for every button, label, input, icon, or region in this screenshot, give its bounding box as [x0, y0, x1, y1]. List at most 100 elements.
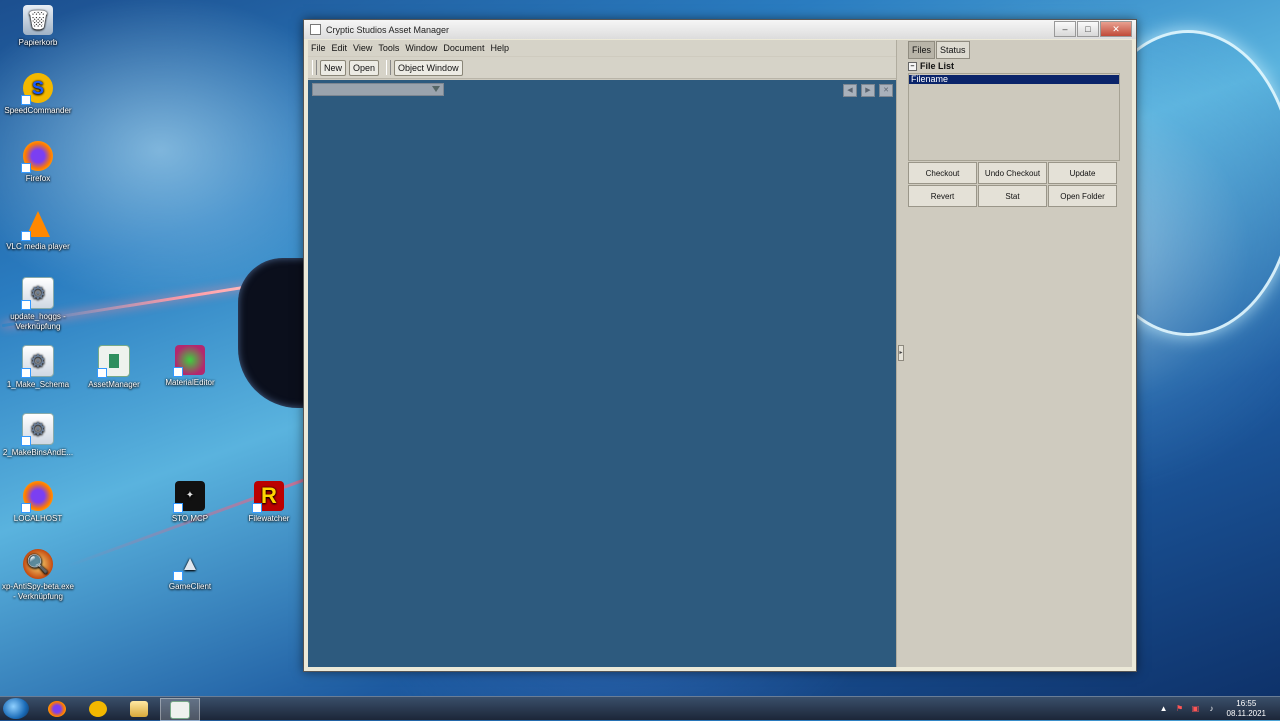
- gameclient-icon: ▲: [173, 549, 205, 581]
- file-list-heading: – File List: [908, 61, 954, 71]
- menu-help[interactable]: Help: [487, 43, 512, 53]
- filewatcher-icon: R: [252, 481, 284, 513]
- desktop-icon-label: AssetManager: [88, 380, 140, 389]
- desktop-icon-filewatcher[interactable]: R Filewatcher: [231, 481, 307, 524]
- file-list[interactable]: Filename: [908, 73, 1120, 161]
- desktop-icon-assetmanager[interactable]: AssetManager: [76, 345, 152, 390]
- firefox-icon: [21, 141, 53, 173]
- app-icon: [310, 24, 321, 35]
- menu-edit[interactable]: Edit: [329, 43, 351, 53]
- desktop-icon-makebins[interactable]: ⚙ 2_MakeBinsAndE...: [0, 413, 76, 458]
- desktop-icon-label: GameClient: [168, 582, 212, 591]
- desktop-icon-label: SpeedCommander: [4, 106, 72, 115]
- files-panel: Files Status – File List Filename Checko…: [904, 40, 1132, 667]
- toolbar: New Open Object Window: [308, 57, 896, 79]
- minimize-button[interactable]: –: [1054, 21, 1076, 37]
- collapse-icon[interactable]: –: [908, 61, 917, 71]
- desktop-icon-label: MaterialEditor: [165, 378, 215, 387]
- file-list-column-header[interactable]: Filename: [909, 75, 1119, 84]
- gear-icon: ⚙: [21, 413, 54, 446]
- asset-manager-window: Cryptic Studios Asset Manager – □ ✕ File…: [303, 19, 1137, 672]
- desktop-icon-speedcommander[interactable]: S SpeedCommander: [0, 73, 76, 116]
- desktop-icon-update-hoggs[interactable]: ⚙ update_hoggs - Verknüpfung: [0, 277, 76, 332]
- desktop-icon-recycle-bin[interactable]: 🗑 Papierkorb: [0, 5, 76, 48]
- assetmanager-icon: [170, 700, 190, 719]
- taskbar-firefox[interactable]: [38, 698, 76, 719]
- desktop-icon-vlc[interactable]: VLC media player: [0, 209, 76, 252]
- file-list-title: File List: [920, 61, 955, 71]
- desktop-icon-localhost[interactable]: LOCALHOST: [0, 481, 76, 524]
- taskbar-clock[interactable]: 16:55 08.11.2021: [1227, 699, 1266, 719]
- desktop-icon-label: VLC media player: [6, 242, 70, 251]
- speedcommander-icon: S: [21, 73, 53, 105]
- tray-volume-icon[interactable]: ♪: [1207, 704, 1217, 714]
- new-button[interactable]: New: [320, 59, 347, 76]
- filename-column-label: Filename: [911, 74, 949, 84]
- tray-expand-icon[interactable]: ▲: [1159, 704, 1169, 714]
- tab-files[interactable]: Files: [908, 41, 936, 59]
- stat-button[interactable]: Stat: [978, 185, 1047, 207]
- tray-flag-icon[interactable]: ⚑: [1175, 704, 1185, 714]
- vlc-icon: [21, 209, 53, 241]
- firefox-icon: [21, 481, 53, 513]
- desktop-icon-gameclient[interactable]: ▲ GameClient: [152, 549, 228, 592]
- menu-window[interactable]: Window: [402, 43, 440, 53]
- toolbar-grip[interactable]: [386, 60, 392, 75]
- desktop-icon-sto-mcp[interactable]: ✦ STO MCP: [152, 481, 228, 524]
- system-tray: ▲ ⚑ ▣ ♪ 16:55 08.11.2021: [1159, 697, 1280, 720]
- tray-network-icon[interactable]: ▣: [1191, 704, 1201, 714]
- undo-checkout-button[interactable]: Undo Checkout: [978, 162, 1047, 184]
- open-button[interactable]: Open: [349, 59, 380, 76]
- desktop-icon-label: update_hoggs - Verknüpfung: [10, 312, 66, 331]
- tab-status[interactable]: Status: [936, 41, 970, 59]
- close-button[interactable]: ✕: [1100, 21, 1132, 37]
- menu-document[interactable]: Document: [440, 43, 487, 53]
- clock-time: 16:55: [1236, 698, 1257, 708]
- desktop-icon-label: STO MCP: [171, 514, 209, 523]
- desktop-icon-materialeditor[interactable]: MaterialEditor: [152, 345, 228, 388]
- object-window-button[interactable]: Object Window: [394, 59, 463, 76]
- clock-date: 08.11.2021: [1226, 708, 1266, 718]
- menu-view[interactable]: View: [350, 43, 375, 53]
- document-select[interactable]: [312, 83, 444, 96]
- gear-icon: ⚙: [21, 277, 54, 310]
- close-document-button[interactable]: ✕: [879, 84, 893, 97]
- checkout-button[interactable]: Checkout: [908, 162, 977, 184]
- desktop-icon-label: Firefox: [25, 174, 51, 183]
- file-actions: Checkout Undo Checkout Update Revert Sta…: [908, 162, 1118, 207]
- file-explorer-icon: [130, 700, 148, 717]
- start-button[interactable]: [3, 698, 29, 719]
- window-title: Cryptic Studios Asset Manager: [326, 24, 450, 35]
- materialeditor-icon: [173, 345, 205, 377]
- prev-document-button[interactable]: ◀: [843, 84, 857, 97]
- document-area[interactable]: ◀ ▶ ✕: [308, 80, 896, 667]
- window-client-area: File Edit View Tools Window Document Hel…: [308, 40, 1132, 667]
- menu-tools[interactable]: Tools: [375, 43, 402, 53]
- recycle-bin-icon: 🗑: [23, 5, 53, 35]
- taskbar-speedcommander[interactable]: [79, 698, 117, 719]
- desktop-icon-label: Papierkorb: [18, 38, 58, 47]
- maximize-button[interactable]: □: [1077, 21, 1099, 37]
- desktop-icon-label: xp-AntiSpy-beta.exe - Verknüpfung: [1, 582, 75, 601]
- taskbar-assetmanager[interactable]: [160, 698, 200, 721]
- chevron-down-icon: [432, 86, 440, 92]
- pane-splitter[interactable]: ▸: [896, 40, 904, 667]
- sto-icon: ✦: [173, 481, 205, 513]
- next-document-button[interactable]: ▶: [861, 84, 875, 97]
- taskbar: ▲ ⚑ ▣ ♪ 16:55 08.11.2021: [0, 696, 1280, 721]
- desktop-icon-label: LOCALHOST: [13, 514, 63, 523]
- revert-button[interactable]: Revert: [908, 185, 977, 207]
- toolbar-grip[interactable]: [312, 60, 317, 75]
- desktop-icon-make-schema[interactable]: ⚙ 1_Make_Schema: [0, 345, 76, 390]
- desktop-icon-firefox[interactable]: Firefox: [0, 141, 76, 184]
- desktop-icon-antispy[interactable]: 🔍 xp-AntiSpy-beta.exe - Verknüpfung: [0, 549, 76, 602]
- taskbar-file-explorer[interactable]: [120, 698, 158, 719]
- menu-file[interactable]: File: [308, 43, 329, 53]
- open-folder-button[interactable]: Open Folder: [1048, 185, 1117, 207]
- assetmanager-icon: [97, 345, 130, 378]
- window-titlebar[interactable]: Cryptic Studios Asset Manager – □ ✕: [304, 20, 1136, 39]
- update-button[interactable]: Update: [1048, 162, 1117, 184]
- speedcommander-icon: [89, 700, 107, 717]
- antispy-icon: 🔍: [23, 549, 53, 579]
- firefox-icon: [48, 700, 66, 717]
